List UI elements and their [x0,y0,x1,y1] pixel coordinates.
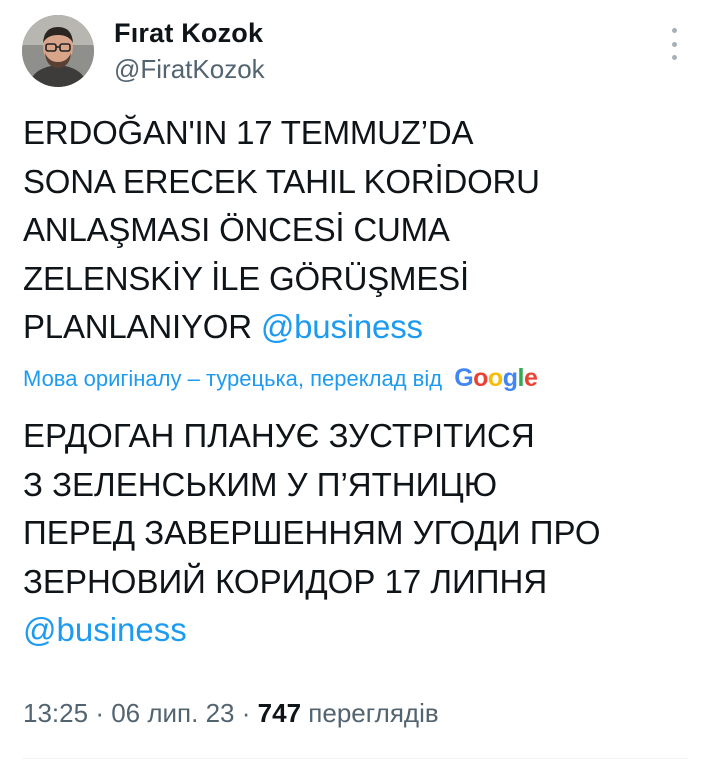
google-logo-letter: o [487,364,503,392]
tweet-text: ERDOĞAN'IN 17 TEMMUZ’DA SONA ERECEK TAHI… [23,109,683,352]
mention-link[interactable]: @business [261,308,423,345]
views-count: 747 [257,698,302,728]
translation-note-text: Мова оригіналу – турецька, переклад від [23,366,443,391]
tweet-line: ANLAŞMASI ÖNCESİ CUMA [23,211,450,248]
translation-attribution[interactable]: Мова оригіналу – турецька, переклад від … [23,364,538,393]
user-avatar-icon [22,15,94,87]
translated-line: ЗЕРНОВИЙ КОРИДОР 17 ЛИПНЯ [23,562,548,600]
tweet-line: SONA ERECEK TAHIL KORİDORU [23,162,540,200]
tweet-time[interactable]: 13:25 [23,698,88,728]
google-logo-letter: G [454,364,474,392]
google-logo-letter: g [502,364,518,392]
tweet-line: PLANLANIYOR @business [23,303,683,352]
tweet-line: ERDOĞAN'IN 17 TEMMUZ’DA [23,114,474,151]
meta-separator: · [241,698,251,728]
views-label: переглядів [308,698,439,728]
tweet-date[interactable]: 06 лип. 23 [111,698,234,728]
more-vertical-icon[interactable] [662,28,686,60]
tweet-meta: 13:25 · 06 лип. 23 · 747 переглядів [23,698,439,729]
tweet-line-text: PLANLANIYOR [23,308,252,345]
translated-line: ЕРДОГАН ПЛАНУЄ ЗУСТРІТИСЯ [23,417,535,454]
translated-line: ПЕРЕД ЗАВЕРШЕННЯМ УГОДИ ПРО [23,514,601,551]
tweet-line: ZELENSKİY İLE GÖRÜŞMESİ [23,259,469,297]
tweet-header: Fırat Kozok @FiratKozok [0,0,710,100]
translated-line: З ЗЕЛЕНСЬКИМ У П’ЯТНИЦЮ [23,465,498,503]
google-logo: Google [454,364,538,392]
avatar[interactable] [22,15,94,87]
translated-line: @business [23,606,693,655]
google-logo-letter: o [473,364,488,392]
author-name[interactable]: Fırat Kozok [114,18,263,49]
divider [23,758,688,759]
mention-link[interactable]: @business [23,611,187,648]
translated-text: ЕРДОГАН ПЛАНУЄ ЗУСТРІТИСЯ З ЗЕЛЕНСЬКИМ У… [23,412,693,655]
author-handle[interactable]: @FiratKozok [114,54,265,85]
meta-separator: · [95,698,104,728]
google-logo-letter: e [523,364,538,392]
